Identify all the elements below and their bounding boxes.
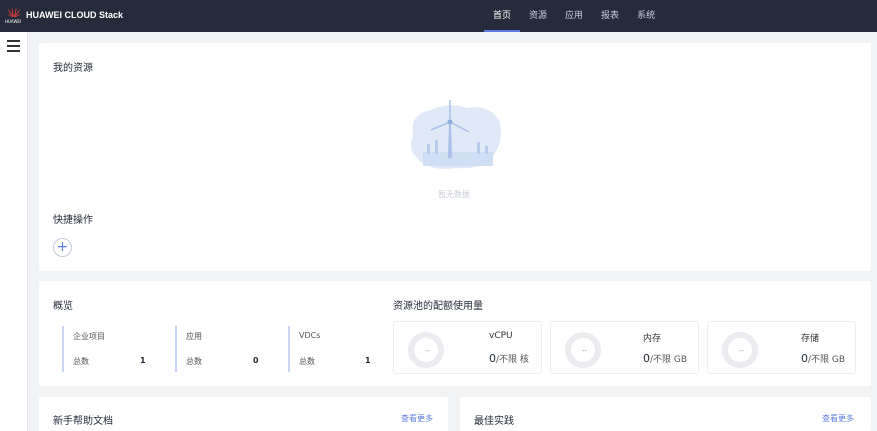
overview-title: 概览 [53, 301, 73, 312]
quota-value: 0/不限 核 [489, 352, 529, 365]
my-resources-title: 我的资源 [53, 63, 93, 74]
best-more-link[interactable]: 查看更多 [822, 413, 854, 424]
usage-ring-icon: -- [565, 332, 601, 368]
quota-memory[interactable]: -- 内存 0/不限 GB [550, 321, 699, 374]
stat-name: 应用 [186, 332, 202, 341]
stat-value: 1 [140, 356, 146, 365]
quota-name: vCPU [489, 331, 513, 341]
quota-name: 存储 [801, 334, 820, 344]
quota-vcpu[interactable]: -- vCPU 0/不限 核 [393, 321, 542, 374]
nav-resources[interactable]: 资源 [520, 0, 556, 32]
nav-system[interactable]: 系统 [628, 0, 664, 32]
stat-total-label: 总数 [73, 357, 89, 366]
best-practice-title: 最佳实践 [474, 416, 514, 427]
quota-value: 0/不限 GB [801, 352, 846, 365]
stat-value: 0 [253, 356, 259, 365]
stat-vdcs[interactable]: VDCs 总数 1 [288, 326, 384, 372]
usage-ring-icon: -- [408, 332, 444, 368]
stat-name: 企业项目 [73, 332, 105, 341]
usage-ring-icon: -- [722, 332, 758, 368]
stat-name: VDCs [299, 331, 321, 340]
hamburger-icon[interactable] [7, 40, 20, 52]
quick-ops-title: 快捷操作 [53, 215, 93, 226]
nav-reports[interactable]: 报表 [592, 0, 628, 32]
stat-total-label: 总数 [299, 357, 315, 366]
nav-home[interactable]: 首页 [484, 0, 521, 32]
quota-storage[interactable]: -- 存储 0/不限 GB [707, 321, 856, 374]
left-sidebar [0, 32, 28, 431]
brand-name[interactable]: HUAWEI CLOUD Stack [26, 10, 123, 20]
quota-title: 资源池的配额使用量 [393, 301, 483, 312]
top-navigation-bar: HUAWEI HUAWEI CLOUD Stack 首页 资源 应用 报表 系统 [0, 0, 877, 32]
stat-total-label: 总数 [186, 357, 202, 366]
nav-applications[interactable]: 应用 [556, 0, 592, 32]
stat-enterprise-projects[interactable]: 企业项目 总数 1 [62, 326, 158, 372]
quota-value: 0/不限 GB [643, 352, 688, 365]
help-more-link[interactable]: 查看更多 [401, 413, 433, 424]
wind-turbine-illustration [410, 100, 501, 169]
stat-applications[interactable]: 应用 总数 0 [175, 326, 271, 372]
main-nav: 首页 资源 应用 报表 系统 [484, 0, 664, 32]
empty-state-text: 暂无数据 [438, 190, 470, 199]
add-quick-op-button[interactable]: + [53, 238, 72, 257]
quota-name: 内存 [643, 334, 662, 344]
stat-value: 1 [365, 356, 371, 365]
huawei-flower-icon [7, 7, 21, 17]
best-practice-card [460, 397, 871, 431]
huawei-logo[interactable]: HUAWEI [5, 6, 23, 26]
help-docs-title: 新手帮助文档 [53, 416, 113, 427]
logo-text: HUAWEI [5, 19, 22, 24]
